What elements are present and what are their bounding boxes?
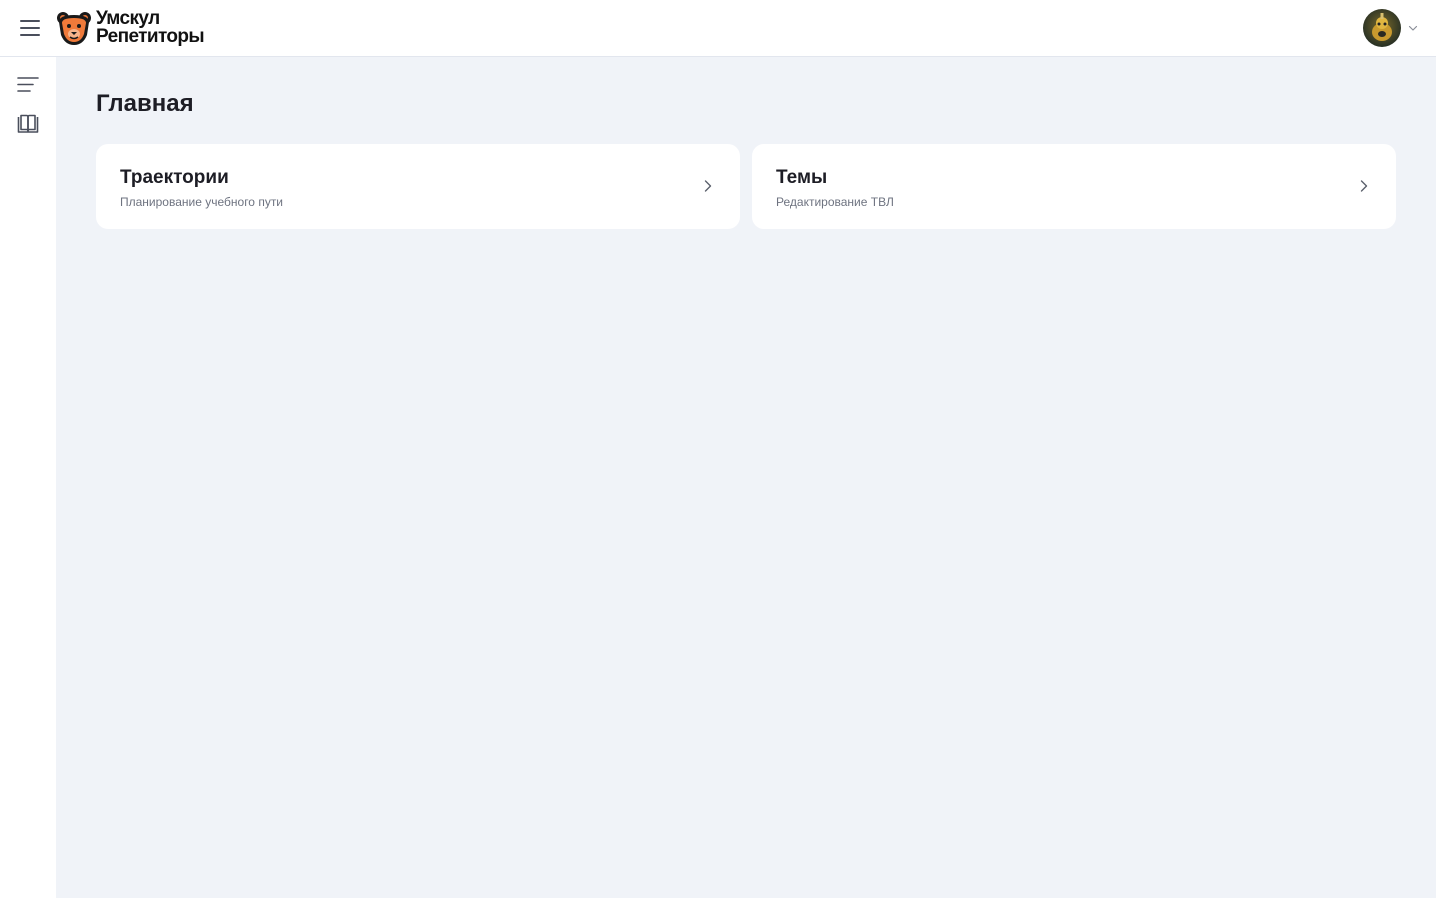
bear-logo-icon (57, 12, 91, 45)
card-subtitle: Планирование учебного пути (120, 195, 284, 209)
card-subtitle: Редактирование ТВЛ (776, 195, 894, 209)
top-header: Умскул Репетиторы (0, 0, 1436, 57)
user-menu[interactable] (1363, 9, 1418, 47)
chevron-right-icon (704, 180, 712, 192)
chevron-down-icon[interactable] (1408, 23, 1418, 33)
sidebar-item-book[interactable] (16, 112, 40, 136)
card-topics[interactable]: Темы Редактирование ТВЛ (752, 144, 1396, 229)
card-title: Темы (776, 167, 828, 188)
page-title: Главная (96, 90, 194, 117)
card-trajectories[interactable]: Траектории Планирование учебного пути (96, 144, 740, 229)
book-icon (17, 114, 39, 133)
sidebar-item-list[interactable] (16, 73, 40, 97)
logo-line-2: Репетиторы (96, 26, 205, 47)
logo-text: Умскул Репетиторы (96, 9, 205, 47)
main-content: Главная Траектории Планирование учебного… (56, 57, 1436, 898)
chevron-right-icon (1360, 180, 1368, 192)
hamburger-icon[interactable] (18, 17, 42, 39)
brand-logo[interactable]: Умскул Репетиторы (55, 8, 205, 48)
list-icon (17, 77, 39, 92)
sidebar (0, 57, 56, 898)
avatar[interactable] (1363, 9, 1401, 47)
card-title: Траектории (120, 167, 229, 188)
